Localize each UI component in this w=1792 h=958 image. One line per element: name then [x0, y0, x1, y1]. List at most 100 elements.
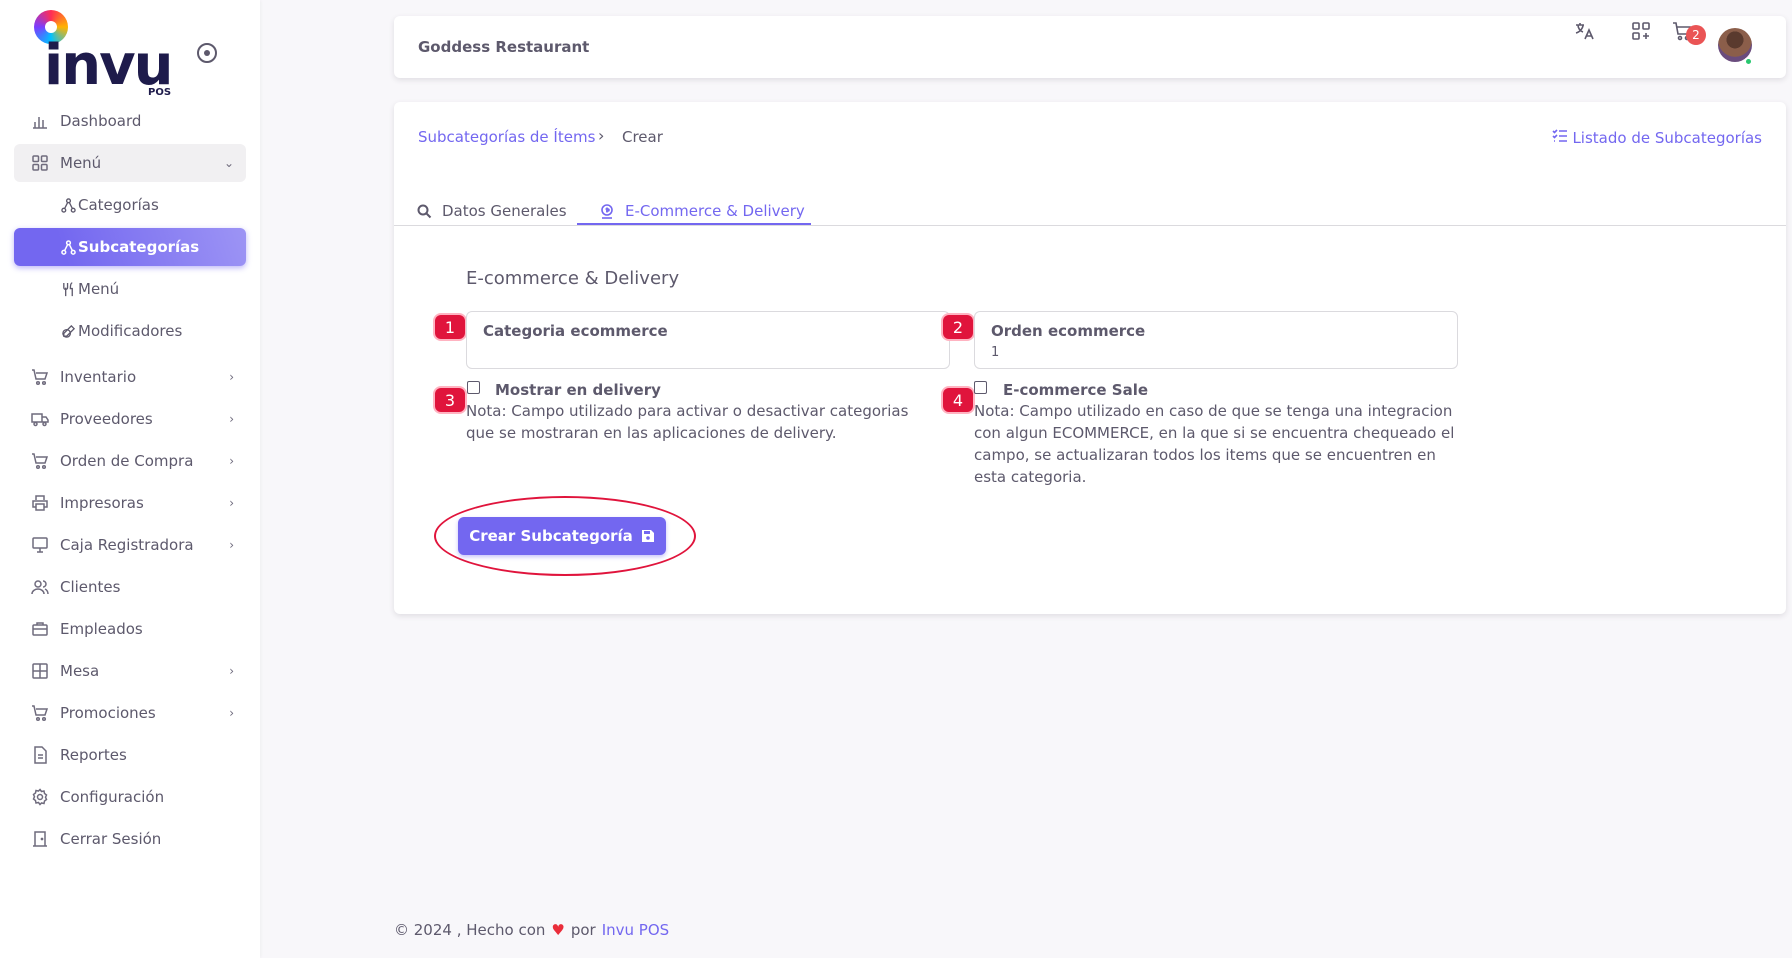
sidebar-item-inventario[interactable]: Inventario › [14, 358, 246, 396]
logo-subtext: POS [148, 87, 172, 98]
sidebar-subitem-subcategorias[interactable]: Subcategorías [14, 228, 246, 266]
register-icon [30, 535, 50, 555]
field-note: Nota: Campo utilizado en caso de que se … [974, 402, 1455, 486]
chart-bar-icon [30, 111, 50, 131]
sidebar-item-label: Menú [78, 280, 120, 298]
hierarchy-icon [60, 197, 76, 213]
breadcrumb-separator: › [598, 126, 605, 145]
shopping-cart-icon [30, 451, 50, 471]
sidebar-item-dashboard[interactable]: Dashboard [14, 102, 246, 140]
file-icon [30, 745, 50, 765]
sidebar-item-promociones[interactable]: Promociones › [14, 694, 246, 732]
printer-icon [30, 493, 50, 513]
sidebar-item-label: Menú [60, 154, 102, 172]
sidebar-subitem-modificadores[interactable]: Modificadores [14, 312, 246, 350]
sidebar-item-reportes[interactable]: Reportes [14, 736, 246, 774]
save-icon [641, 529, 655, 543]
shopping-cart-icon [30, 703, 50, 723]
orden-ecommerce-field[interactable]: Orden ecommerce [974, 311, 1458, 369]
breadcrumb-parent-link[interactable]: Subcategorías de Ítems [418, 128, 595, 146]
footer-copyright: © 2024 , Hecho con [394, 921, 546, 939]
annotation-badge-1: 1 [435, 315, 465, 339]
sidebar-item-clientes[interactable]: Clientes [14, 568, 246, 606]
utensils-icon [60, 281, 76, 297]
field-note: Nota: Campo utilizado para activar o des… [466, 402, 909, 442]
field-label: Categoria ecommerce [483, 322, 668, 340]
users-icon [30, 577, 50, 597]
chevron-down-icon: ⌄ [223, 156, 234, 170]
sidebar-item-label: Categorías [78, 196, 159, 214]
hierarchy-icon [60, 239, 76, 255]
sidebar-item-configuracion[interactable]: Configuración [14, 778, 246, 816]
categoria-ecommerce-field[interactable]: Categoria ecommerce [466, 311, 950, 369]
sidebar-item-menu[interactable]: Menú ⌄ [14, 144, 246, 182]
sidebar-subitem-menu[interactable]: Menú [14, 270, 246, 308]
invu-logo[interactable]: invu POS [34, 8, 194, 98]
tab-label: Datos Generales [442, 202, 567, 220]
mostrar-delivery-checkbox[interactable] [467, 381, 480, 394]
ecommerce-sale-checkbox[interactable] [974, 381, 987, 394]
cart-count-badge: 2 [1686, 25, 1706, 45]
list-link-label: Listado de Subcategorías [1572, 129, 1762, 147]
sidebar-item-label: Empleados [60, 620, 143, 638]
sidebar-item-label: Cerrar Sesión [60, 830, 162, 848]
sidebar-item-label: Proveedores [60, 410, 153, 428]
truck-icon [30, 409, 50, 429]
chevron-right-icon: › [229, 538, 234, 552]
chevron-right-icon: › [229, 454, 234, 468]
sidebar-item-label: Modificadores [78, 322, 183, 340]
briefcase-icon [30, 619, 50, 639]
sidebar-item-label: Clientes [60, 578, 121, 596]
sidebar-item-label: Subcategorías [78, 238, 200, 256]
button-label: Crear Subcategoría [469, 527, 633, 545]
sidebar-item-label: Caja Registradora [60, 536, 194, 554]
translate-icon[interactable] [1572, 19, 1596, 43]
sidebar-toggle-icon[interactable] [197, 43, 217, 63]
sidebar-item-label: Inventario [60, 368, 137, 386]
main-card: Subcategorías de Ítems › Crear Listado d… [394, 102, 1786, 614]
tab-divider [394, 225, 1786, 226]
table-icon [30, 661, 50, 681]
grid-icon [30, 153, 50, 173]
chevron-right-icon: › [229, 664, 234, 678]
tab-datos-generales[interactable]: Datos Generales [416, 196, 567, 226]
chevron-right-icon: › [229, 706, 234, 720]
sidebar-item-label: Configuración [60, 788, 165, 806]
annotation-badge-2: 2 [943, 315, 973, 339]
orden-ecommerce-input[interactable] [991, 342, 1431, 362]
sidebar-item-orden-compra[interactable]: Orden de Compra › [14, 442, 246, 480]
tab-label: E-Commerce & Delivery [625, 202, 805, 220]
checkbox-label: Mostrar en delivery [495, 381, 661, 399]
footer: © 2024 , Hecho con ♥ por Invu POS [394, 921, 669, 939]
section-title: E-commerce & Delivery [466, 268, 680, 289]
breadcrumb-current: Crear [622, 128, 663, 146]
sidebar-item-proveedores[interactable]: Proveedores › [14, 400, 246, 438]
chevron-right-icon: › [229, 370, 234, 384]
footer-brand-link[interactable]: Invu POS [602, 921, 669, 939]
sidebar-item-label: Impresoras [60, 494, 144, 512]
categoria-ecommerce-input[interactable] [483, 342, 923, 362]
subcategory-list-link[interactable]: Listado de Subcategorías [1552, 128, 1762, 148]
sidebar-item-label: Mesa [60, 662, 100, 680]
list-check-icon [1552, 128, 1568, 148]
field-label: Orden ecommerce [991, 322, 1146, 340]
annotation-badge-4: 4 [943, 388, 973, 412]
sidebar-subitem-categorias[interactable]: Categorías [14, 186, 246, 224]
footer-by: por [570, 921, 596, 939]
sidebar-item-empleados[interactable]: Empleados [14, 610, 246, 648]
door-icon [30, 829, 50, 849]
sidebar: invu POS Dashboard Menú ⌄ Categorías Sub… [0, 0, 260, 958]
heart-icon: ♥ [551, 921, 565, 939]
sidebar-item-label: Reportes [60, 746, 127, 764]
add-widget-icon[interactable] [1629, 19, 1653, 43]
pencil-icon [60, 323, 76, 339]
online-status-dot [1744, 57, 1753, 66]
tab-ecommerce-delivery[interactable]: E-Commerce & Delivery [599, 196, 805, 226]
sidebar-item-mesa[interactable]: Mesa › [14, 652, 246, 690]
sidebar-item-impresoras[interactable]: Impresoras › [14, 484, 246, 522]
sidebar-item-cerrar-sesion[interactable]: Cerrar Sesión [14, 820, 246, 858]
sidebar-item-caja-registradora[interactable]: Caja Registradora › [14, 526, 246, 564]
create-subcategory-button[interactable]: Crear Subcategoría [458, 517, 666, 555]
delivery-icon [599, 203, 615, 219]
checkbox-label: E-commerce Sale [1003, 381, 1149, 399]
